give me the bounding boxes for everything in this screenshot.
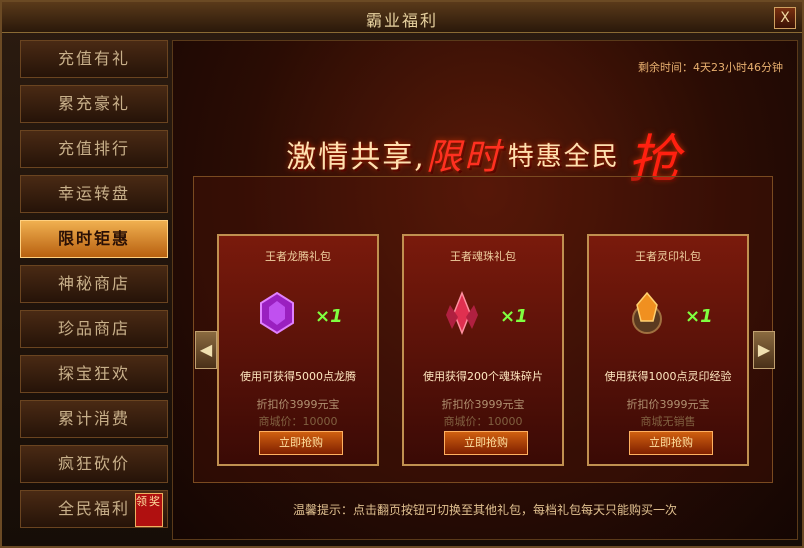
mall-price: 商城价：10000 — [258, 415, 338, 428]
buy-button[interactable]: 立即抢购 — [259, 431, 343, 455]
discount-price: 折扣价3999元宝 — [256, 398, 340, 411]
sidebar-item-label: 全民福利 — [57, 499, 130, 518]
item-quantity: ×1 — [685, 306, 713, 327]
welfare-window: 霸业福利 X 充值有礼 累充豪礼 充值排行 幸运转盘 限时钜惠 神秘商店 珍品商… — [0, 0, 804, 548]
claim-badge[interactable]: 领奖 — [135, 493, 163, 527]
cards-area: 王者龙腾礼包 ×1 使用可获得5000点龙腾 折扣价3999元宝 商城价：100… — [193, 176, 773, 483]
card-title: 王者龙腾礼包 — [265, 250, 331, 263]
card-description: 使用获得1000点灵印经验 — [604, 370, 732, 383]
sidebar-item-lucky-wheel[interactable]: 幸运转盘 — [20, 175, 168, 213]
banner-part3: 特惠全民 — [507, 141, 620, 172]
sidebar: 充值有礼 累充豪礼 充值排行 幸运转盘 限时钜惠 神秘商店 珍品商店 探宝狂欢 … — [16, 40, 168, 540]
mall-price: 商城无销售 — [640, 415, 696, 428]
sidebar-item-crazy-bargain[interactable]: 疯狂砍价 — [20, 445, 168, 483]
title-bar: 霸业福利 X — [2, 2, 802, 33]
sidebar-item-treasure-shop[interactable]: 珍品商店 — [20, 310, 168, 348]
sidebar-item-universal-welfare[interactable]: 全民福利 领奖 — [20, 490, 168, 528]
sidebar-item-recharge-ranking[interactable]: 充值排行 — [20, 130, 168, 168]
sidebar-item-cumulative-recharge[interactable]: 累充豪礼 — [20, 85, 168, 123]
item-quantity: ×1 — [500, 306, 528, 327]
card-title: 王者灵印礼包 — [635, 250, 701, 263]
discount-price: 折扣价3999元宝 — [441, 398, 525, 411]
red-crystal-icon — [446, 291, 478, 335]
gift-card: 王者龙腾礼包 ×1 使用可获得5000点龙腾 折扣价3999元宝 商城价：100… — [217, 234, 379, 466]
next-page-arrow[interactable]: ▶ — [753, 331, 775, 369]
mall-price: 商城价：10000 — [443, 415, 523, 428]
sidebar-item-limited-deal[interactable]: 限时钜惠 — [20, 220, 168, 258]
card-description: 使用获得200个魂珠碎片 — [423, 370, 543, 383]
buy-button[interactable]: 立即抢购 — [629, 431, 713, 455]
remaining-time: 剩余时间：4天23小时46分钟 — [638, 61, 783, 74]
main-panel: 剩余时间：4天23小时46分钟 激情共享, 限时 特惠全民 抢 王者龙腾礼包 ×… — [172, 40, 798, 540]
close-button[interactable]: X — [774, 7, 796, 29]
purple-gem-icon — [260, 291, 294, 335]
banner-part1: 激情共享, — [286, 140, 426, 175]
banner-part2: 限时 — [425, 137, 502, 178]
window-title: 霸业福利 — [365, 11, 438, 30]
orange-seal-icon — [632, 291, 662, 334]
card-description: 使用可获得5000点龙腾 — [240, 370, 356, 383]
sidebar-item-recharge-gift[interactable]: 充值有礼 — [20, 40, 168, 78]
prev-page-arrow[interactable]: ◀ — [195, 331, 217, 369]
item-quantity: ×1 — [315, 306, 343, 327]
tip-text: 温馨提示：点击翻页按钮可切换至其他礼包，每档礼包每天只能购买一次 — [292, 503, 677, 517]
buy-button[interactable]: 立即抢购 — [444, 431, 528, 455]
card-title: 王者魂珠礼包 — [450, 250, 516, 263]
discount-price: 折扣价3999元宝 — [626, 398, 710, 411]
sidebar-item-mystery-shop[interactable]: 神秘商店 — [20, 265, 168, 303]
sidebar-item-treasure-hunt[interactable]: 探宝狂欢 — [20, 355, 168, 393]
gift-card: 王者魂珠礼包 ×1 使用获得200个魂珠碎片 折扣价3999元宝 商城价：100… — [402, 234, 564, 466]
sidebar-item-cumulative-spend[interactable]: 累计消费 — [20, 400, 168, 438]
gift-card: 王者灵印礼包 ×1 使用获得1000点灵印经验 折扣价3999元宝 商城无销售 … — [587, 234, 749, 466]
